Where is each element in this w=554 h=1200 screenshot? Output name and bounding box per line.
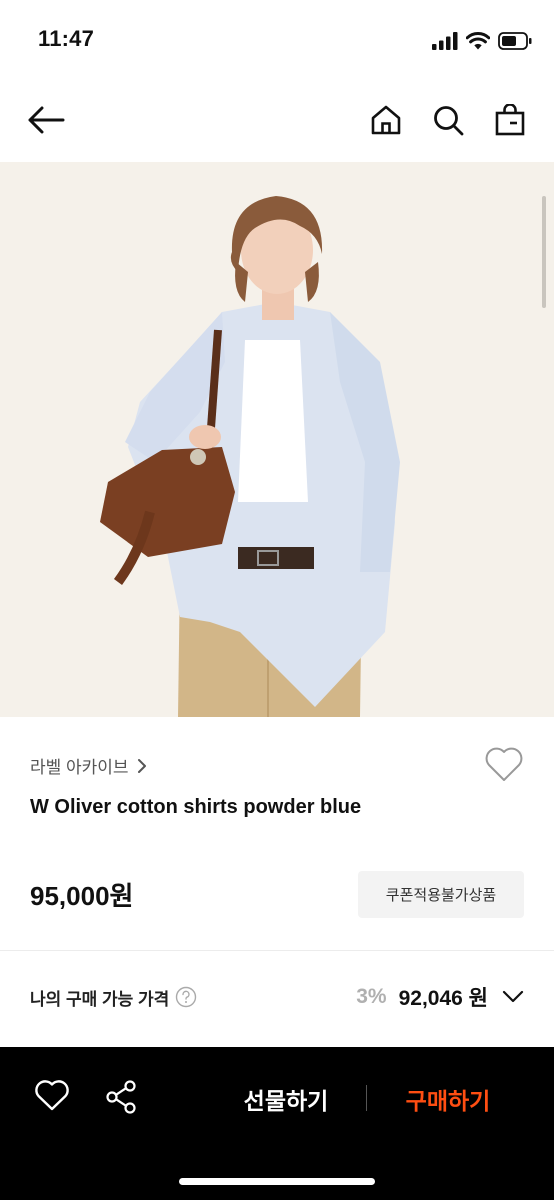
battery-icon [498,32,532,50]
cellular-signal-icon [432,32,458,50]
divider [0,950,554,951]
home-icon [371,105,401,135]
wishlist-button[interactable] [484,746,524,786]
my-price-row[interactable]: 나의 구매 가능 가격 3% 92,046 원 [30,980,524,1014]
brand-link[interactable]: 라벨 아카이브 [30,753,147,778]
help-icon[interactable] [175,986,197,1008]
nav-bar [0,80,554,160]
back-button[interactable] [24,98,68,142]
chevron-right-icon [137,758,146,773]
search-icon [434,106,464,136]
product-photo [0,162,554,717]
discounted-price: 92,046 원 [398,987,488,1010]
gift-button[interactable]: 선물하기 [228,1077,344,1121]
brand-name: 라벨 아카이브 [30,758,129,777]
heart-outline-icon [35,1080,69,1111]
share-icon [106,1080,136,1114]
product-name: W Oliver cotton shirts powder blue [30,796,362,818]
bottom-bar-separator [366,1085,367,1111]
product-price: 95,000원 [30,881,134,911]
question-circle-icon [176,986,197,1008]
share-button[interactable] [104,1079,144,1119]
product-image[interactable] [0,162,554,717]
status-time: 11:47 [38,26,95,51]
back-arrow-icon [28,106,65,134]
buy-button[interactable]: 구매하기 [388,1077,508,1121]
heart-outline-icon [485,747,523,781]
coupon-not-applicable-badge: 쿠폰적용불가상품 [358,871,524,918]
my-price-values: 3% 92,046 원 [356,982,524,1012]
status-bar: 11:47 [0,0,554,80]
home-button[interactable] [364,98,408,142]
search-button[interactable] [426,98,470,142]
discount-rate: 3% [356,985,387,1008]
wifi-icon [466,32,490,50]
home-indicator [179,1178,375,1185]
shopping-bag-icon [495,104,525,136]
bottom-action-bar: 선물하기 구매하기 [0,1047,554,1200]
chevron-down-icon[interactable] [502,990,524,1004]
shopping-bag-button[interactable] [488,98,532,142]
status-icons [432,30,532,52]
my-price-label: 나의 구매 가능 가격 [30,989,170,1009]
image-scroll-indicator [542,196,546,308]
bottom-wishlist-button[interactable] [34,1079,74,1119]
